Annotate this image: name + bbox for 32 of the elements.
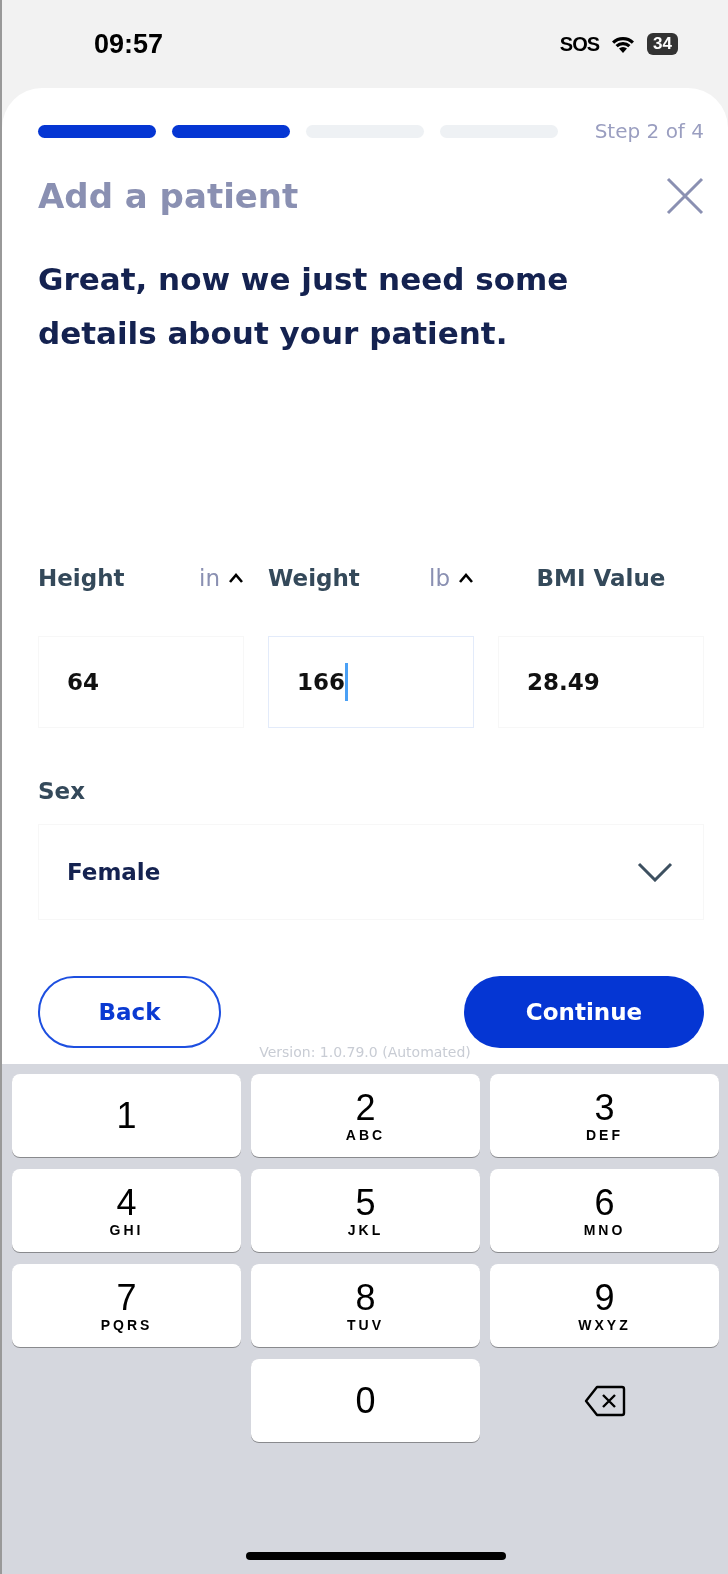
keypad-key[interactable]: 8 TUV [251,1264,480,1347]
keypad-key[interactable]: 9 WXYZ [490,1264,719,1347]
chevron-down-icon [637,862,673,882]
battery-indicator: 34 [647,33,678,55]
keypad-key[interactable]: 2 ABC [251,1074,480,1157]
keypad-key[interactable]: 0 [251,1359,480,1442]
keypad-key[interactable]: 4 GHI [12,1169,241,1252]
input-field[interactable]: 64 [38,636,244,728]
keypad-key[interactable]: 6 MNO [490,1169,719,1252]
keypad-key[interactable]: 3 DEF [490,1074,719,1157]
keypad-key[interactable]: 1 [12,1074,241,1157]
status-time: 09:57 [94,28,164,60]
field-label: Sex [38,778,86,804]
instruction-heading: Great, now we just need some details about your patient. [38,260,570,353]
keypad-key[interactable]: 7 PQRS [12,1264,241,1347]
caret-up-icon [458,573,474,583]
field-label: Weight [268,565,360,591]
caret-up-icon [228,573,244,583]
backspace-icon[interactable] [583,1384,626,1417]
page-title: Add a patient [38,176,299,216]
keypad-key[interactable]: 5 JKL [251,1169,480,1252]
field-label: BMI Value [536,565,666,591]
step-indicator: Step 2 of 4 [594,119,704,143]
field-label: Height [38,565,125,591]
sos-indicator: SOS [559,32,600,56]
close-icon[interactable] [666,177,704,215]
input-field[interactable]: 28.49 [498,636,704,728]
sex-dropdown[interactable]: Female [38,824,704,920]
text-cursor [345,663,348,701]
back-button[interactable]: Back [38,976,221,1048]
input-field[interactable]: 166 [268,636,474,728]
continue-button[interactable]: Continue [464,976,704,1048]
